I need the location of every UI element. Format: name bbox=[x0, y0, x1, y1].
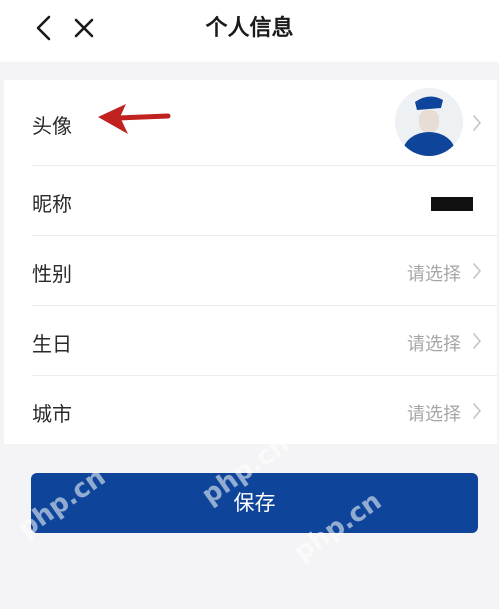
avatar-label: 头像 bbox=[32, 114, 72, 138]
birthday-label: 生日 bbox=[32, 332, 72, 356]
nickname-row[interactable]: 昵称 bbox=[4, 166, 497, 236]
chevron-right-icon bbox=[473, 333, 481, 349]
page-title: 个人信息 bbox=[205, 16, 294, 41]
save-button[interactable]: 保存 bbox=[31, 473, 478, 533]
profile-info-list: 头像 昵称 性别 请选择 生日 请选择 城市 请选择 bbox=[4, 80, 497, 444]
chevron-right-icon bbox=[473, 263, 481, 279]
top-bar: 个人信息 bbox=[0, 0, 499, 62]
avatar-row[interactable]: 头像 bbox=[4, 80, 497, 166]
gender-row[interactable]: 性别 请选择 bbox=[4, 236, 497, 306]
user-avatar-icon bbox=[395, 88, 463, 156]
city-label: 城市 bbox=[32, 402, 72, 426]
annotation-arrow-icon bbox=[98, 104, 171, 134]
nickname-label: 昵称 bbox=[32, 192, 72, 216]
chevron-right-icon bbox=[473, 115, 481, 131]
city-row[interactable]: 城市 请选择 bbox=[4, 376, 497, 444]
avatar[interactable] bbox=[395, 88, 463, 156]
gender-select-placeholder: 请选择 bbox=[407, 264, 461, 285]
nickname-redacted-value bbox=[431, 197, 473, 211]
gender-label: 性别 bbox=[32, 262, 72, 286]
chevron-right-icon bbox=[473, 403, 481, 419]
birthday-select-placeholder: 请选择 bbox=[407, 334, 461, 355]
city-select-placeholder: 请选择 bbox=[407, 404, 461, 425]
birthday-row[interactable]: 生日 请选择 bbox=[4, 306, 497, 376]
